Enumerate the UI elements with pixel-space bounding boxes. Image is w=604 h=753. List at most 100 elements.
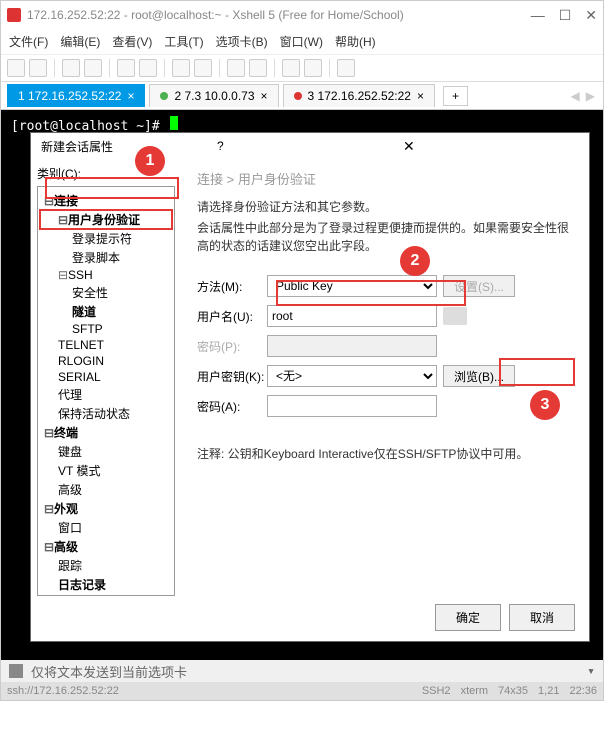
tree-security[interactable]: 安全性: [40, 283, 172, 302]
new-session-icon[interactable]: [7, 59, 25, 77]
menu-file[interactable]: 文件(F): [9, 33, 48, 50]
session-properties-dialog: 新建会话属性 ? ✕ 类别(C): ⊟连接 ⊟用户身份验证 登录提示符 登录脚本…: [30, 132, 590, 642]
method-select[interactable]: Public Key: [267, 275, 437, 297]
compose-placeholder[interactable]: 仅将文本发送到当前选项卡: [31, 662, 187, 681]
tree-filetransfer[interactable]: ⊟文件传输: [40, 594, 172, 596]
connect-icon[interactable]: [62, 59, 80, 77]
username-label: 用户名(U):: [197, 308, 267, 325]
tree-telnet[interactable]: TELNET: [40, 337, 172, 353]
ok-button[interactable]: 确定: [435, 604, 501, 631]
disconnect-icon[interactable]: [84, 59, 102, 77]
statusbar: ssh://172.16.252.52:22 SSH2 xterm 74x35 …: [1, 682, 603, 700]
menu-edit[interactable]: 编辑(E): [60, 33, 100, 50]
status-proto: SSH2: [422, 685, 451, 697]
passphrase-input[interactable]: [267, 395, 437, 417]
tree-vtmode[interactable]: VT 模式: [40, 461, 172, 480]
userkey-select[interactable]: <无>: [267, 365, 437, 387]
tab-add-button[interactable]: +: [443, 86, 468, 106]
color-icon[interactable]: [249, 59, 267, 77]
tab-3-close-icon[interactable]: ×: [417, 89, 424, 103]
menu-window[interactable]: 窗口(W): [280, 33, 323, 50]
tree-advanced-group[interactable]: ⊟高级: [40, 537, 172, 556]
close-button[interactable]: ✕: [585, 7, 597, 24]
help-icon[interactable]: [304, 59, 322, 77]
tree-serial[interactable]: SERIAL: [40, 369, 172, 385]
terminal-cursor: [170, 116, 178, 130]
username-input[interactable]: [267, 305, 437, 327]
status-pos: 1,21: [538, 685, 559, 697]
tab-1-close-icon[interactable]: ×: [127, 89, 134, 103]
copy-icon[interactable]: [117, 59, 135, 77]
status-term: xterm: [461, 685, 489, 697]
toolbar: [1, 55, 603, 82]
tree-keyboard[interactable]: 键盘: [40, 442, 172, 461]
dialog-close-icon[interactable]: ✕: [403, 138, 579, 155]
tree-trace[interactable]: 跟踪: [40, 556, 172, 575]
tree-connection[interactable]: ⊟连接: [40, 191, 172, 210]
dialog-titlebar: 新建会话属性 ? ✕: [31, 133, 589, 159]
font-icon[interactable]: [227, 59, 245, 77]
globe-icon[interactable]: [282, 59, 300, 77]
props-icon[interactable]: [194, 59, 212, 77]
tab-2-label: 2 7.3 10.0.0.73: [174, 89, 254, 103]
status-address: ssh://172.16.252.52:22: [7, 685, 119, 697]
paste-icon[interactable]: [139, 59, 157, 77]
maximize-button[interactable]: ☐: [559, 7, 572, 24]
password-input: [267, 335, 437, 357]
tree-sftp[interactable]: SFTP: [40, 321, 172, 337]
tab-prev-icon[interactable]: ◀: [571, 89, 580, 103]
callout-1: 1: [135, 146, 165, 176]
tab-2-close-icon[interactable]: ×: [261, 89, 268, 103]
callout-3: 3: [530, 390, 560, 420]
window-title: 172.16.252.52:22 - root@localhost:~ - Xs…: [27, 8, 531, 22]
tree-auth[interactable]: ⊟用户身份验证: [40, 210, 172, 229]
desc-line2: 会话属性中此部分是为了登录过程更便捷而提供的。如果需要安全性很高的状态的话建议您…: [197, 219, 573, 255]
tree-window[interactable]: 窗口: [40, 518, 172, 537]
tree-login-prompt[interactable]: 登录提示符: [40, 229, 172, 248]
method-label: 方法(M):: [197, 278, 267, 295]
tree-ssh[interactable]: ⊟SSH: [40, 267, 172, 283]
status-dot-green: [160, 92, 168, 100]
desc-line1: 请选择身份验证方法和其它参数。: [197, 198, 573, 215]
tab-2[interactable]: 2 7.3 10.0.0.73 ×: [149, 84, 278, 107]
menu-help[interactable]: 帮助(H): [335, 33, 376, 50]
open-icon[interactable]: [29, 59, 47, 77]
tree-rlogin[interactable]: RLOGIN: [40, 353, 172, 369]
browse-button[interactable]: 浏览(B)...: [443, 365, 515, 387]
compose-bar: 仅将文本发送到当前选项卡 ▾: [1, 660, 603, 682]
tree-advanced[interactable]: 高级: [40, 480, 172, 499]
userkey-label: 用户密钥(K):: [197, 368, 267, 385]
pin-icon[interactable]: [9, 664, 23, 678]
key-icon: [443, 307, 467, 325]
app-icon: [7, 8, 21, 22]
passphrase-label: 密码(A):: [197, 398, 267, 415]
tab-next-icon[interactable]: ▶: [586, 89, 595, 103]
breadcrumb: 连接 > 用户身份验证: [197, 169, 573, 188]
minimize-button[interactable]: —: [531, 7, 545, 24]
tree-logging[interactable]: 日志记录: [40, 575, 172, 594]
status-time: 22:36: [569, 685, 597, 697]
tree-appearance[interactable]: ⊟外观: [40, 499, 172, 518]
tree-keepalive[interactable]: 保持活动状态: [40, 404, 172, 423]
note-text: 注释: 公钥和Keyboard Interactive仅在SSH/SFTP协议中…: [197, 445, 573, 462]
tab-3[interactable]: 3 172.16.252.52:22 ×: [283, 84, 435, 107]
dialog-help-icon[interactable]: ?: [217, 139, 393, 153]
category-tree[interactable]: ⊟连接 ⊟用户身份验证 登录提示符 登录脚本 ⊟SSH 安全性 隧道 SFTP …: [37, 186, 175, 596]
settings-button[interactable]: 设置(S)...: [443, 275, 515, 297]
session-tabs: 1 172.16.252.52:22 × 2 7.3 10.0.0.73 × 3…: [1, 82, 603, 110]
tree-login-script[interactable]: 登录脚本: [40, 248, 172, 267]
tree-tunnel[interactable]: 隧道: [40, 302, 172, 321]
menu-view[interactable]: 查看(V): [112, 33, 152, 50]
cancel-button[interactable]: 取消: [509, 604, 575, 631]
status-size: 74x35: [498, 685, 528, 697]
xftp-icon[interactable]: [337, 59, 355, 77]
find-icon[interactable]: [172, 59, 190, 77]
menu-tabs[interactable]: 选项卡(B): [216, 33, 268, 50]
tab-3-label: 3 172.16.252.52:22: [308, 89, 411, 103]
tab-1[interactable]: 1 172.16.252.52:22 ×: [7, 84, 145, 107]
menu-tools[interactable]: 工具(T): [164, 33, 203, 50]
compose-dropdown-icon[interactable]: ▾: [587, 664, 595, 679]
tree-terminal[interactable]: ⊟终端: [40, 423, 172, 442]
tree-proxy[interactable]: 代理: [40, 385, 172, 404]
callout-2: 2: [400, 246, 430, 276]
